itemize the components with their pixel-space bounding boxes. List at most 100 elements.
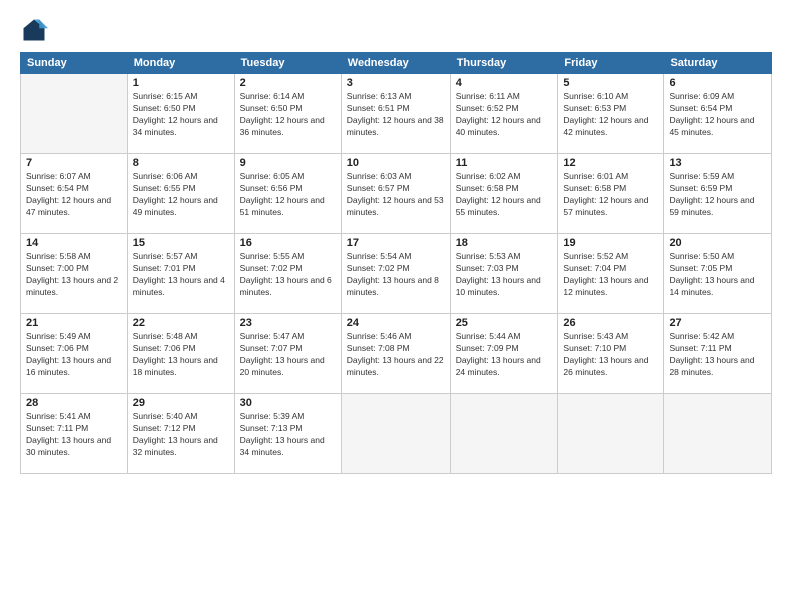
- day-number: 10: [347, 157, 445, 169]
- week-row-1: 1 Sunrise: 6:15 AMSunset: 6:50 PMDaylight…: [21, 74, 772, 154]
- day-cell: 22 Sunrise: 5:48 AMSunset: 7:06 PMDayligh…: [127, 314, 234, 394]
- day-cell: 24 Sunrise: 5:46 AMSunset: 7:08 PMDayligh…: [341, 314, 450, 394]
- col-header-friday: Friday: [558, 53, 664, 74]
- day-number: 1: [133, 77, 229, 89]
- day-info: Sunrise: 5:42 AMSunset: 7:11 PMDaylight:…: [669, 331, 766, 379]
- day-number: 4: [456, 77, 553, 89]
- day-number: 21: [26, 317, 122, 329]
- day-number: 30: [240, 397, 336, 409]
- day-cell: 23 Sunrise: 5:47 AMSunset: 7:07 PMDayligh…: [234, 314, 341, 394]
- day-info: Sunrise: 6:10 AMSunset: 6:53 PMDaylight:…: [563, 91, 658, 139]
- header: [20, 16, 772, 44]
- day-cell: 21 Sunrise: 5:49 AMSunset: 7:06 PMDayligh…: [21, 314, 128, 394]
- col-header-saturday: Saturday: [664, 53, 772, 74]
- day-info: Sunrise: 6:13 AMSunset: 6:51 PMDaylight:…: [347, 91, 445, 139]
- day-info: Sunrise: 5:54 AMSunset: 7:02 PMDaylight:…: [347, 251, 445, 299]
- day-number: 27: [669, 317, 766, 329]
- logo-icon: [20, 16, 48, 44]
- day-cell: 26Sunrise: 5:43 AMSunset: 7:10 PMDayligh…: [558, 314, 664, 394]
- day-number: 15: [133, 237, 229, 249]
- day-cell: 6Sunrise: 6:09 AMSunset: 6:54 PMDaylight…: [664, 74, 772, 154]
- col-header-wednesday: Wednesday: [341, 53, 450, 74]
- col-header-tuesday: Tuesday: [234, 53, 341, 74]
- day-cell: 15 Sunrise: 5:57 AMSunset: 7:01 PMDayligh…: [127, 234, 234, 314]
- day-cell: 4 Sunrise: 6:11 AMSunset: 6:52 PMDaylight…: [450, 74, 558, 154]
- day-info: Sunrise: 6:03 AMSunset: 6:57 PMDaylight:…: [347, 171, 445, 219]
- day-number: 29: [133, 397, 229, 409]
- day-info: Sunrise: 5:47 AMSunset: 7:07 PMDaylight:…: [240, 331, 336, 379]
- page: SundayMondayTuesdayWednesdayThursdayFrid…: [0, 0, 792, 612]
- day-cell: 12 Sunrise: 6:01 AMSunset: 6:58 PMDayligh…: [558, 154, 664, 234]
- day-number: 17: [347, 237, 445, 249]
- day-number: 9: [240, 157, 336, 169]
- day-number: 25: [456, 317, 553, 329]
- day-info: Sunrise: 5:39 AMSunset: 7:13 PMDaylight:…: [240, 411, 336, 459]
- day-info: Sunrise: 5:59 AMSunset: 6:59 PMDaylight:…: [669, 171, 766, 219]
- day-cell: 8 Sunrise: 6:06 AMSunset: 6:55 PMDaylight…: [127, 154, 234, 234]
- day-cell: 28 Sunrise: 5:41 AMSunset: 7:11 PMDayligh…: [21, 394, 128, 474]
- day-number: 13: [669, 157, 766, 169]
- day-number: 18: [456, 237, 553, 249]
- day-cell: 7 Sunrise: 6:07 AMSunset: 6:54 PMDaylight…: [21, 154, 128, 234]
- day-info: Sunrise: 5:57 AMSunset: 7:01 PMDaylight:…: [133, 251, 229, 299]
- day-cell: 27 Sunrise: 5:42 AMSunset: 7:11 PMDayligh…: [664, 314, 772, 394]
- day-info: Sunrise: 5:46 AMSunset: 7:08 PMDaylight:…: [347, 331, 445, 379]
- day-number: 2: [240, 77, 336, 89]
- day-info: Sunrise: 6:11 AMSunset: 6:52 PMDaylight:…: [456, 91, 553, 139]
- day-info: Sunrise: 5:52 AMSunset: 7:04 PMDaylight:…: [563, 251, 658, 299]
- day-number: 22: [133, 317, 229, 329]
- day-number: 8: [133, 157, 229, 169]
- day-info: Sunrise: 5:48 AMSunset: 7:06 PMDaylight:…: [133, 331, 229, 379]
- day-cell: 10 Sunrise: 6:03 AMSunset: 6:57 PMDayligh…: [341, 154, 450, 234]
- day-number: 6: [669, 77, 766, 89]
- day-cell: 17 Sunrise: 5:54 AMSunset: 7:02 PMDayligh…: [341, 234, 450, 314]
- day-number: 24: [347, 317, 445, 329]
- calendar-table: SundayMondayTuesdayWednesdayThursdayFrid…: [20, 52, 772, 474]
- day-cell: [664, 394, 772, 474]
- day-info: Sunrise: 5:40 AMSunset: 7:12 PMDaylight:…: [133, 411, 229, 459]
- day-cell: 25 Sunrise: 5:44 AMSunset: 7:09 PMDayligh…: [450, 314, 558, 394]
- day-info: Sunrise: 6:07 AMSunset: 6:54 PMDaylight:…: [26, 171, 122, 219]
- day-info: Sunrise: 5:49 AMSunset: 7:06 PMDaylight:…: [26, 331, 122, 379]
- day-cell: 2 Sunrise: 6:14 AMSunset: 6:50 PMDaylight…: [234, 74, 341, 154]
- day-cell: 20Sunrise: 5:50 AMSunset: 7:05 PMDayligh…: [664, 234, 772, 314]
- day-info: Sunrise: 6:02 AMSunset: 6:58 PMDaylight:…: [456, 171, 553, 219]
- day-number: 11: [456, 157, 553, 169]
- day-number: 26: [563, 317, 658, 329]
- week-row-4: 21 Sunrise: 5:49 AMSunset: 7:06 PMDayligh…: [21, 314, 772, 394]
- week-row-2: 7 Sunrise: 6:07 AMSunset: 6:54 PMDaylight…: [21, 154, 772, 234]
- day-cell: 5 Sunrise: 6:10 AMSunset: 6:53 PMDaylight…: [558, 74, 664, 154]
- day-cell: [341, 394, 450, 474]
- day-info: Sunrise: 6:01 AMSunset: 6:58 PMDaylight:…: [563, 171, 658, 219]
- day-info: Sunrise: 5:50 AMSunset: 7:05 PMDaylight:…: [669, 251, 766, 299]
- day-info: Sunrise: 6:06 AMSunset: 6:55 PMDaylight:…: [133, 171, 229, 219]
- day-cell: 1 Sunrise: 6:15 AMSunset: 6:50 PMDaylight…: [127, 74, 234, 154]
- day-number: 3: [347, 77, 445, 89]
- day-number: 28: [26, 397, 122, 409]
- day-cell: 18 Sunrise: 5:53 AMSunset: 7:03 PMDayligh…: [450, 234, 558, 314]
- week-row-3: 14Sunrise: 5:58 AMSunset: 7:00 PMDayligh…: [21, 234, 772, 314]
- day-number: 23: [240, 317, 336, 329]
- day-number: 7: [26, 157, 122, 169]
- day-info: Sunrise: 5:55 AMSunset: 7:02 PMDaylight:…: [240, 251, 336, 299]
- day-cell: 9 Sunrise: 6:05 AMSunset: 6:56 PMDaylight…: [234, 154, 341, 234]
- day-number: 12: [563, 157, 658, 169]
- day-cell: 16Sunrise: 5:55 AMSunset: 7:02 PMDayligh…: [234, 234, 341, 314]
- day-info: Sunrise: 5:41 AMSunset: 7:11 PMDaylight:…: [26, 411, 122, 459]
- day-cell: 30 Sunrise: 5:39 AMSunset: 7:13 PMDayligh…: [234, 394, 341, 474]
- day-cell: [558, 394, 664, 474]
- day-info: Sunrise: 6:05 AMSunset: 6:56 PMDaylight:…: [240, 171, 336, 219]
- day-number: 5: [563, 77, 658, 89]
- day-cell: 19Sunrise: 5:52 AMSunset: 7:04 PMDayligh…: [558, 234, 664, 314]
- day-cell: 13 Sunrise: 5:59 AMSunset: 6:59 PMDayligh…: [664, 154, 772, 234]
- day-cell: 29 Sunrise: 5:40 AMSunset: 7:12 PMDayligh…: [127, 394, 234, 474]
- col-header-thursday: Thursday: [450, 53, 558, 74]
- day-cell: 11 Sunrise: 6:02 AMSunset: 6:58 PMDayligh…: [450, 154, 558, 234]
- logo: [20, 16, 52, 44]
- day-info: Sunrise: 5:44 AMSunset: 7:09 PMDaylight:…: [456, 331, 553, 379]
- day-info: Sunrise: 5:53 AMSunset: 7:03 PMDaylight:…: [456, 251, 553, 299]
- day-info: Sunrise: 6:14 AMSunset: 6:50 PMDaylight:…: [240, 91, 336, 139]
- day-info: Sunrise: 6:15 AMSunset: 6:50 PMDaylight:…: [133, 91, 229, 139]
- day-cell: [21, 74, 128, 154]
- col-header-monday: Monday: [127, 53, 234, 74]
